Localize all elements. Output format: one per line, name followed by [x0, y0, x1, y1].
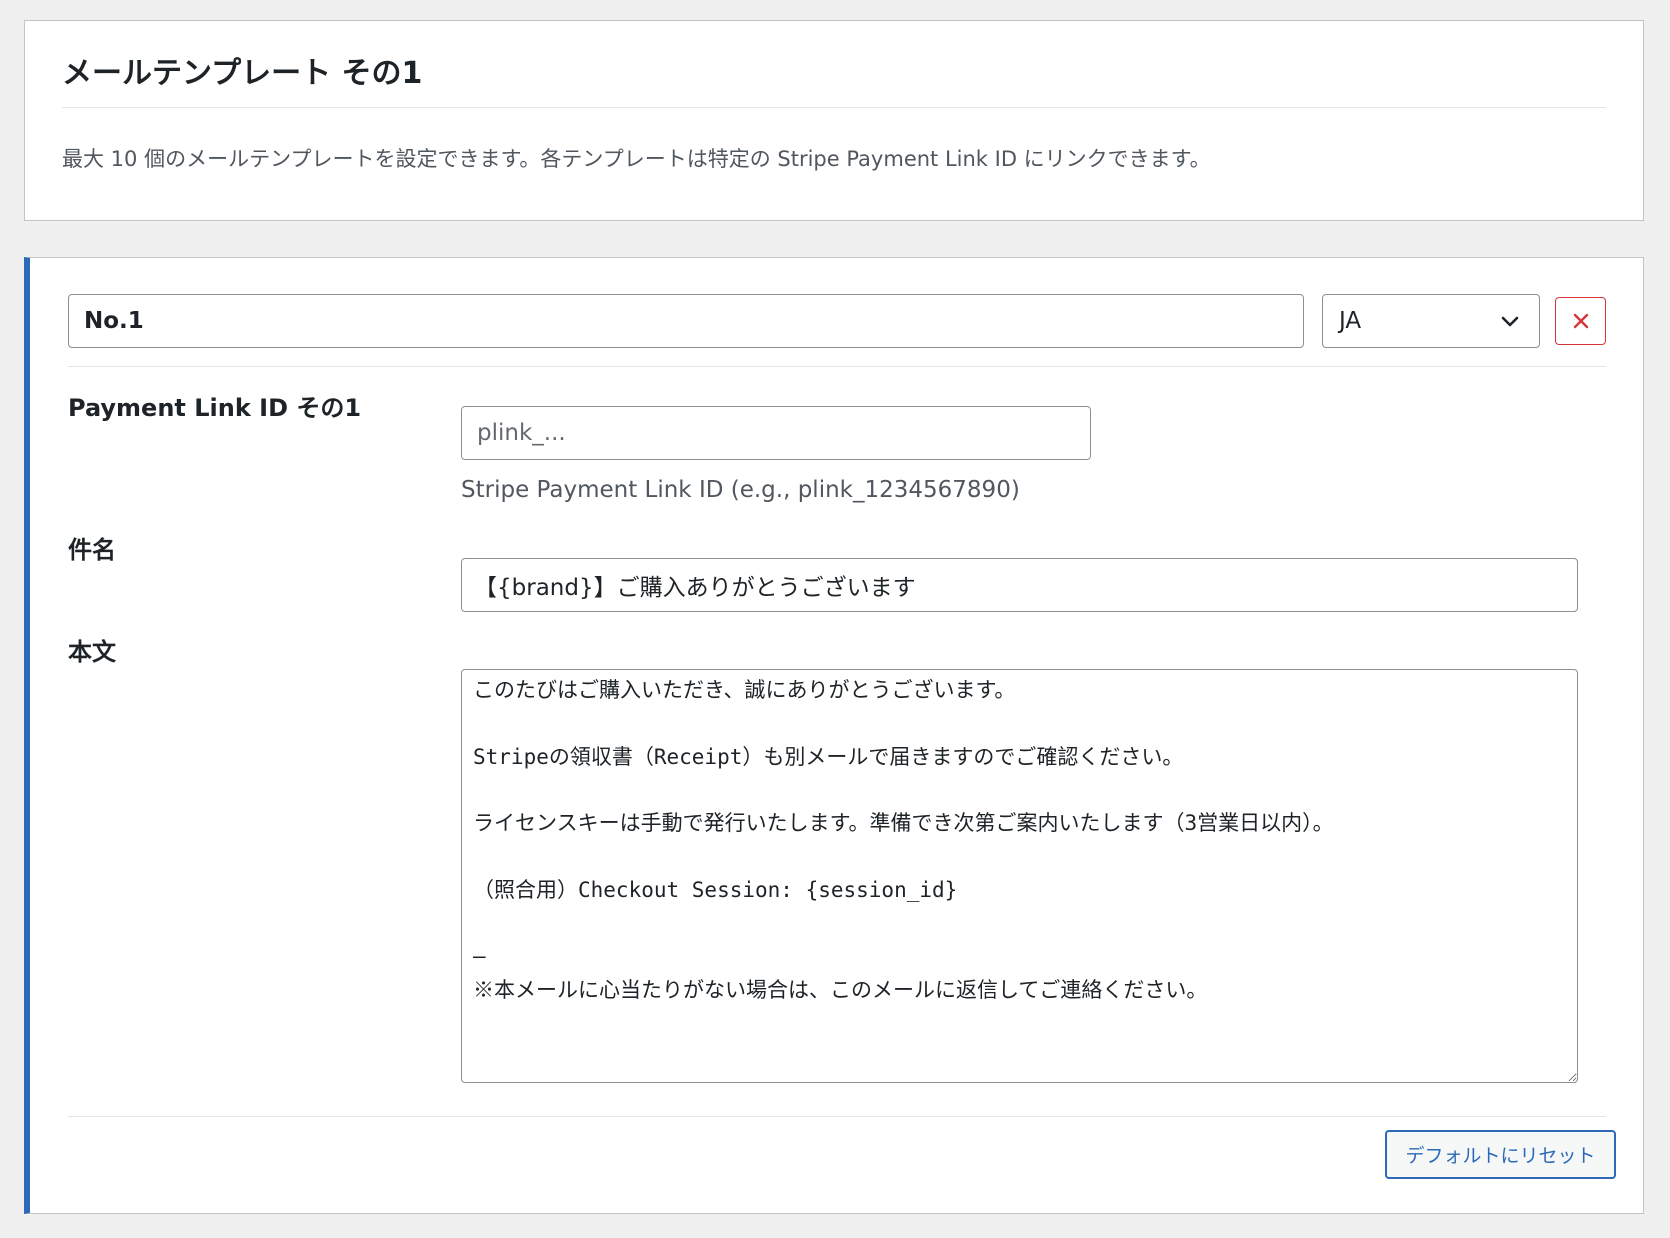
language-select[interactable]: JA: [1322, 294, 1540, 348]
subject-input[interactable]: [461, 558, 1578, 612]
body-textarea[interactable]: このたびはご購入いただき、誠にありがとうございます。 Stripeの領収書（Re…: [461, 669, 1578, 1083]
template-card: JA Payment Link ID その1 Stripe Payment Li…: [24, 257, 1644, 1214]
chevron-down-icon: [1501, 316, 1519, 327]
info-panel: メールテンプレート その1 最大 10 個のメールテンプレートを設定できます。各…: [24, 20, 1644, 221]
language-select-value: JA: [1339, 308, 1362, 334]
remove-template-button[interactable]: [1555, 297, 1606, 345]
payment-link-help: Stripe Payment Link ID (e.g., plink_1234…: [461, 477, 1020, 503]
page-description: 最大 10 個のメールテンプレートを設定できます。各テンプレートは特定の Str…: [62, 147, 1211, 171]
footer-divider: [68, 1116, 1606, 1117]
header-divider: [68, 366, 1606, 367]
payment-link-input[interactable]: [461, 406, 1091, 460]
subject-label: 件名: [68, 536, 116, 564]
page-title: メールテンプレート その1: [62, 56, 423, 91]
title-divider: [62, 107, 1606, 108]
close-icon: [1573, 313, 1588, 329]
reset-default-button[interactable]: デフォルトにリセット: [1385, 1130, 1616, 1179]
body-label: 本文: [68, 638, 116, 666]
template-name-input[interactable]: [68, 294, 1304, 348]
payment-link-label: Payment Link ID その1: [68, 394, 362, 422]
